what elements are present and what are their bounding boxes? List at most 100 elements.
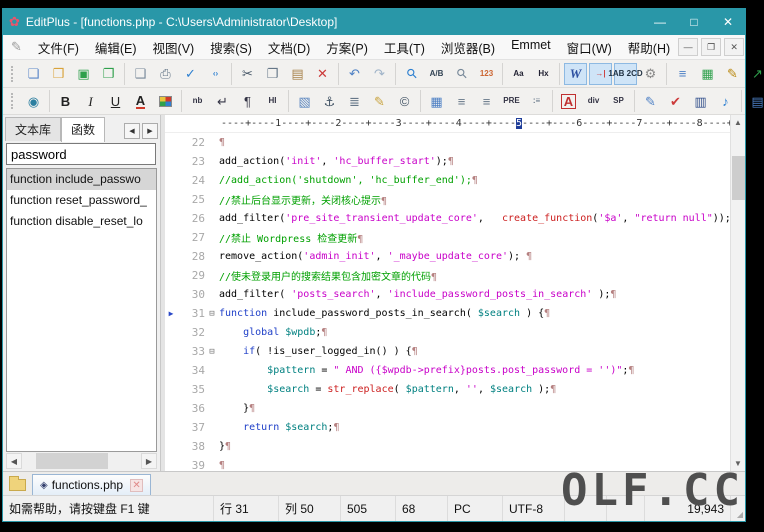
html-toolbar-icon[interactable]: ▦ [696,63,719,85]
delete-icon[interactable]: ✕ [311,63,334,85]
font-color-icon[interactable]: A [129,90,152,112]
pilcrow-icon[interactable]: ¶ [236,90,259,112]
open-icon[interactable]: ❒ [47,63,70,85]
font-icon[interactable]: Aa [507,63,530,85]
print-preview-icon[interactable]: ❑ [129,63,152,85]
list-icon[interactable]: :≡ [525,90,548,112]
table-icon[interactable]: ▦ [425,90,448,112]
menu-item[interactable]: 浏览器(B) [433,34,503,61]
line-break-icon[interactable]: ↵ [211,90,234,112]
maximize-button[interactable]: □ [677,9,711,35]
hscroll-thumb[interactable] [36,453,108,469]
mdi-close-button[interactable]: ✕ [724,38,745,56]
redo-icon[interactable]: ↷ [368,63,391,85]
menu-item[interactable]: 搜索(S) [202,34,260,61]
function-list-item[interactable]: function disable_reset_lo [7,211,156,232]
mdi-minimize-button[interactable]: — [678,38,699,56]
find-icon[interactable]: ⚲ [400,63,423,85]
hscroll-right-icon[interactable]: ▶ [141,453,157,469]
cut-icon[interactable]: ✂ [236,63,259,85]
code-line[interactable]: 27 //禁止 Wordpress 检查更新¶ [165,228,730,247]
menu-item[interactable]: 窗口(W) [559,34,620,61]
code-line[interactable]: 36 }¶ [165,399,730,418]
tab-cliptext[interactable]: 文本库 [5,117,62,141]
hex-viewer-icon[interactable]: Hx [532,63,555,85]
align-left-icon[interactable]: ≡ [450,90,473,112]
close-button[interactable]: ✕ [711,9,745,35]
view-in-browser-icon[interactable]: ↗ [746,63,764,85]
word-wrap-icon[interactable]: W [564,62,587,85]
code-line[interactable]: 29 //使未登录用户的搜索结果包含加密文章的代码¶ [165,266,730,285]
font-tag-icon[interactable]: A [557,90,580,112]
movie-icon[interactable]: ▥ [689,90,712,112]
code-line[interactable]: 24 //add_action('shutdown', 'hc_buffer_en… [165,171,730,190]
hscroll-left-icon[interactable]: ◀ [6,453,22,469]
folder-icon[interactable] [9,476,26,491]
save-icon[interactable]: ▣ [72,63,95,85]
number-list-icon[interactable]: 123 [475,63,498,85]
div-icon[interactable]: div [582,90,605,112]
spell-check-icon[interactable]: ✓ [179,63,202,85]
code-text[interactable]: 22 ¶ 23 add_action('init', 'hc_buffer_start… [165,133,730,471]
replace-icon[interactable]: A/B [425,63,448,85]
menu-item[interactable]: 帮助(H) [620,34,678,61]
select-box-icon[interactable]: ▤ [746,90,764,112]
vscroll-up-icon[interactable]: ▲ [731,115,745,130]
code-line[interactable]: 22 ¶ [165,133,730,152]
line-numbers-icon[interactable]: 1AB 2CD [608,62,643,85]
textarea-icon[interactable]: ✎ [639,90,662,112]
browser-globe-icon[interactable]: ◉ [22,90,45,112]
color-palette-icon[interactable] [154,90,177,112]
sound-icon[interactable]: ♪ [714,90,737,112]
pre-icon[interactable]: PRE [500,90,523,112]
code-line[interactable]: 26 add_filter('pre_site_transient_update_… [165,209,730,228]
vscroll-thumb[interactable] [732,156,745,200]
menu-item[interactable]: 视图(V) [145,34,203,61]
tab-scroll-left-icon[interactable]: ◀ [124,123,140,139]
heading-icon[interactable]: HI [261,90,284,112]
print-icon[interactable]: ⎙ [154,63,177,85]
code-line[interactable]: 25 //禁止后台显示更新，关闭核心提示¶ [165,190,730,209]
menu-item[interactable]: 编辑(E) [87,34,145,61]
resize-grip[interactable]: ◢ [731,496,745,521]
code-line[interactable]: ▶ 31 ⊟ function include_password_posts_in_s… [165,304,730,323]
code-line[interactable]: 28 remove_action('admin_init', '_maybe_up… [165,247,730,266]
file-list-icon[interactable]: ≡ [671,63,694,85]
find-in-files-icon[interactable]: ⚲ [450,63,473,85]
underline-icon[interactable]: U [104,90,127,112]
code-icon[interactable]: ‹› [204,63,227,85]
image-icon[interactable]: ▧ [293,90,316,112]
code-line[interactable]: 23 add_action('init', 'hc_buffer_start');… [165,152,730,171]
script-icon[interactable]: ✎ [721,63,744,85]
menu-item[interactable]: 文档(D) [260,34,318,61]
function-list-item[interactable]: function include_passwo [7,169,156,190]
new-file-icon[interactable]: ❏ [22,63,45,85]
tab-functions[interactable]: 函数 [61,117,106,142]
save-all-icon[interactable]: ❐ [97,63,120,85]
copyright-icon[interactable]: © [393,90,416,112]
copy-icon[interactable]: ❐ [261,63,284,85]
fold-toggle-icon[interactable]: ⊟ [205,309,219,319]
tab-scroll-right-icon[interactable]: ▶ [142,123,158,139]
hr-icon[interactable]: ≣ [343,90,366,112]
code-line[interactable]: 30 add_filter( 'posts_search', 'include_p… [165,285,730,304]
minimize-button[interactable]: — [643,9,677,35]
code-line[interactable]: 38}¶ [165,437,730,456]
function-list-item[interactable]: function reset_password_ [7,190,156,211]
menu-item[interactable]: 方案(P) [318,34,376,61]
mdi-restore-button[interactable]: ❐ [701,38,722,56]
nbsp-icon[interactable]: nb [186,90,209,112]
code-line[interactable]: 39 ¶ [165,456,730,471]
checkmark-icon[interactable]: ✔ [664,90,687,112]
code-line[interactable]: 32 global $wpdb;¶ [165,323,730,342]
editor-vscrollbar[interactable]: ▲ ▼ [730,115,745,471]
function-filter-input[interactable] [6,143,156,165]
preferences-icon[interactable]: ⚙ [639,63,662,85]
edit-note-icon[interactable]: ✎ [368,90,391,112]
tab-close-icon[interactable]: ✕ [130,478,144,492]
menu-item[interactable]: 工具(T) [376,34,433,61]
code-line[interactable]: 37 return $search;¶ [165,418,730,437]
span-icon[interactable]: SP [607,90,630,112]
align-center-icon[interactable]: ≡ [475,90,498,112]
code-line[interactable]: 34 $pattern = " AND ({$wpdb->prefix}post… [165,361,730,380]
